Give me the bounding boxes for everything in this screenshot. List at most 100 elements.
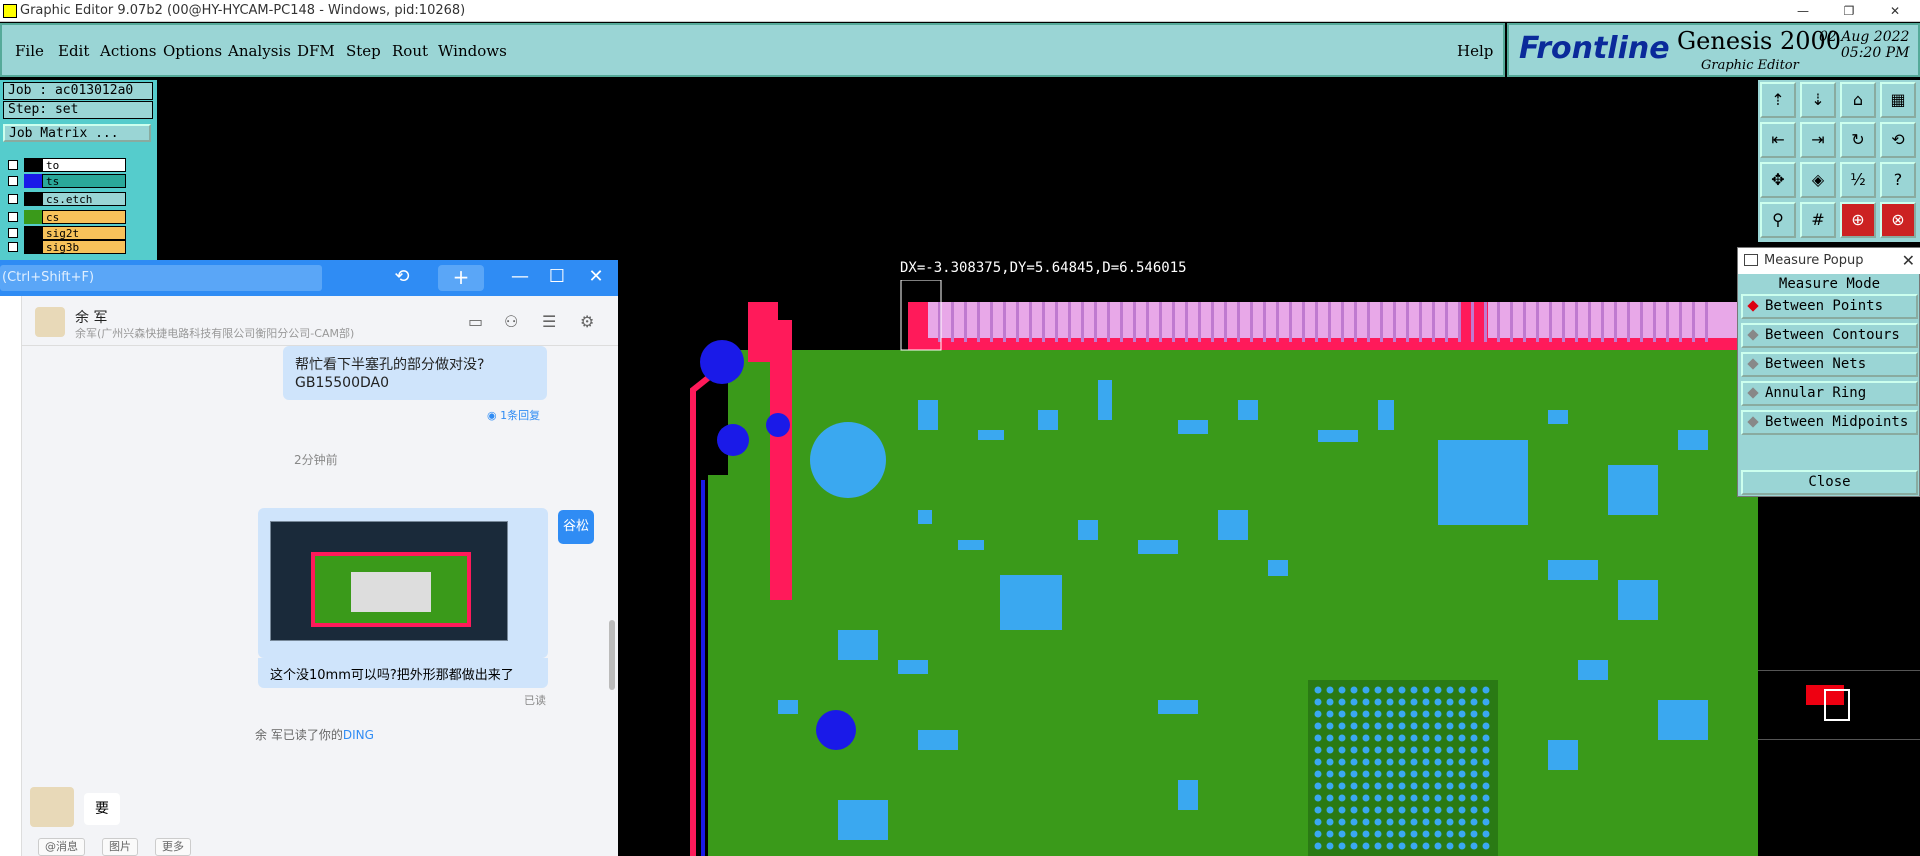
minimize-icon[interactable]: — <box>1780 0 1826 22</box>
chat-window: (Ctrl+Shift+F) ⟲ + — ☐ ✕ 余 军 余军(广州兴森快捷电路… <box>0 260 618 856</box>
option-between-midpoints[interactable]: Between Midpoints <box>1741 410 1918 435</box>
incoming-message[interactable]: 要 <box>84 793 120 825</box>
image-button[interactable]: 图片 <box>102 838 138 856</box>
frontline-logo: Frontline <box>1519 31 1670 66</box>
avatar[interactable] <box>30 787 74 827</box>
job-panel: Job : ac013012a0 Step: set Job Matrix ..… <box>0 80 157 260</box>
minimize-icon[interactable]: — <box>508 266 532 287</box>
measure-icon[interactable]: ⊕ <box>1840 202 1876 238</box>
save-icon[interactable]: ⇣ <box>1800 82 1836 118</box>
menu-rout[interactable]: Rout <box>392 42 428 60</box>
date-time: 02 Aug 2022 05:20 PM <box>1819 29 1910 61</box>
product-subtitle: Graphic Editor <box>1701 58 1799 73</box>
layer-name: ts <box>42 174 126 188</box>
folder-icon[interactable]: ▭ <box>468 312 483 331</box>
maximize-icon[interactable]: ☐ <box>545 266 569 287</box>
option-between-contours[interactable]: Between Contours <box>1741 323 1918 348</box>
layer-color-swatch <box>24 174 42 188</box>
fit-icon[interactable]: ✥ <box>1760 162 1796 198</box>
step-label: Step: set <box>3 101 153 119</box>
layer-checkbox[interactable] <box>8 228 18 238</box>
scrollbar[interactable] <box>609 620 615 690</box>
layer-checkbox[interactable] <box>8 160 18 170</box>
net-icon[interactable]: ⊗ <box>1880 202 1916 238</box>
ding-notice: 余 军已读了你的DING <box>255 728 374 742</box>
chat-sidebar <box>0 296 22 856</box>
grid-icon[interactable]: # <box>1800 202 1836 238</box>
zoom-in-icon[interactable]: ⇤ <box>1760 122 1796 158</box>
add-icon[interactable]: + <box>438 265 484 291</box>
layer-checkbox[interactable] <box>8 212 18 222</box>
toolbar-grid: ⇡ ⇣ ⌂ ▦ ⇤ ⇥ ↻ ⟲ ✥ ◈ ½ ? ⚲ # ⊕ ⊗ <box>1758 80 1920 242</box>
message-bubble[interactable]: 帮忙看下半塞孔的部分做对没? GB15500DA0 <box>283 346 547 400</box>
menu-options[interactable]: Options <box>163 42 222 60</box>
mention-button[interactable]: @消息 <box>38 838 85 856</box>
time-separator: 2分钟前 <box>294 453 338 467</box>
layer-name: sig2t <box>42 226 126 240</box>
minimap-frame <box>1824 689 1850 721</box>
layer-color-swatch <box>24 240 42 254</box>
layer-row-cs.etch[interactable]: cs.etch <box>4 192 126 207</box>
layer-name: to <box>42 158 126 172</box>
close-icon[interactable]: ✕ <box>584 266 608 287</box>
more-button[interactable]: 更多 <box>155 838 191 856</box>
close-button[interactable]: Close <box>1741 470 1918 495</box>
snap-icon[interactable]: ⚲ <box>1760 202 1796 238</box>
menu-windows[interactable]: Windows <box>438 42 507 60</box>
layer-name: cs.etch <box>42 192 126 206</box>
menu-bar: File Edit Actions Options Analysis DFM S… <box>0 23 1505 77</box>
layer-checkbox[interactable] <box>8 242 18 252</box>
menu-help[interactable]: Help <box>1457 42 1493 60</box>
menu-edit[interactable]: Edit <box>58 42 89 60</box>
layer-row-sig3b[interactable]: sig3b <box>4 240 126 255</box>
image-message[interactable] <box>258 508 548 658</box>
menu-step[interactable]: Step <box>346 42 381 60</box>
layer-name: sig3b <box>42 240 126 254</box>
search-history-icon[interactable]: ☰ <box>542 312 556 331</box>
help-icon[interactable]: ? <box>1880 162 1916 198</box>
history-icon[interactable]: ⟲ <box>390 266 414 287</box>
layer-row-cs[interactable]: cs <box>4 210 126 225</box>
add-user-icon[interactable]: ⚇ <box>504 312 518 331</box>
layer-name: cs <box>42 210 126 224</box>
layer-row-ts[interactable]: ts <box>4 174 126 189</box>
avatar[interactable] <box>35 307 65 337</box>
minimap[interactable] <box>1758 670 1920 740</box>
panes-icon[interactable]: ▦ <box>1880 82 1916 118</box>
job-matrix-button[interactable]: Job Matrix ... <box>3 124 151 142</box>
unzoom-icon[interactable]: ⟲ <box>1880 122 1916 158</box>
popup-window-icon <box>1744 254 1758 266</box>
center-icon[interactable]: ◈ <box>1800 162 1836 198</box>
radio-diamond-icon <box>1747 416 1759 428</box>
option-between-points[interactable]: Between Points <box>1741 294 1918 319</box>
avatar[interactable]: 谷松 <box>558 510 594 544</box>
layer-color-swatch <box>24 158 42 172</box>
layer-row-to[interactable]: to <box>4 158 126 173</box>
app-icon <box>3 4 17 18</box>
scale-icon[interactable]: ½ <box>1840 162 1876 198</box>
search-input[interactable]: (Ctrl+Shift+F) <box>0 265 322 291</box>
menu-actions[interactable]: Actions <box>100 42 156 60</box>
brand-banner: Frontline Genesis 2000 Graphic Editor 02… <box>1507 23 1920 77</box>
screenshot-thumbnail[interactable] <box>270 521 508 641</box>
home-icon[interactable]: ⌂ <box>1840 82 1876 118</box>
layer-checkbox[interactable] <box>8 194 18 204</box>
layer-checkbox[interactable] <box>8 176 18 186</box>
menu-analysis[interactable]: Analysis <box>228 42 291 60</box>
measure-popup-title: Measure Popup <box>1764 253 1864 268</box>
redraw-icon[interactable]: ↻ <box>1840 122 1876 158</box>
settings-icon[interactable]: ⚙ <box>580 312 594 331</box>
close-icon[interactable]: ✕ <box>1872 0 1918 22</box>
open-icon[interactable]: ⇡ <box>1760 82 1796 118</box>
reply-count[interactable]: ◉ 1条回复 <box>487 407 540 423</box>
close-icon[interactable]: ✕ <box>1902 251 1915 270</box>
zoom-out-icon[interactable]: ⇥ <box>1800 122 1836 158</box>
pcb-canvas[interactable] <box>618 280 1758 856</box>
option-annular-ring[interactable]: Annular Ring <box>1741 381 1918 406</box>
option-between-nets[interactable]: Between Nets <box>1741 352 1918 377</box>
message-caption: 这个没10mm可以吗?把外形那都做出来了 <box>258 658 548 688</box>
layer-row-sig2t[interactable]: sig2t <box>4 226 126 241</box>
restore-icon[interactable]: ❐ <box>1826 0 1872 22</box>
menu-file[interactable]: File <box>15 42 44 60</box>
menu-dfm[interactable]: DFM <box>297 42 335 60</box>
